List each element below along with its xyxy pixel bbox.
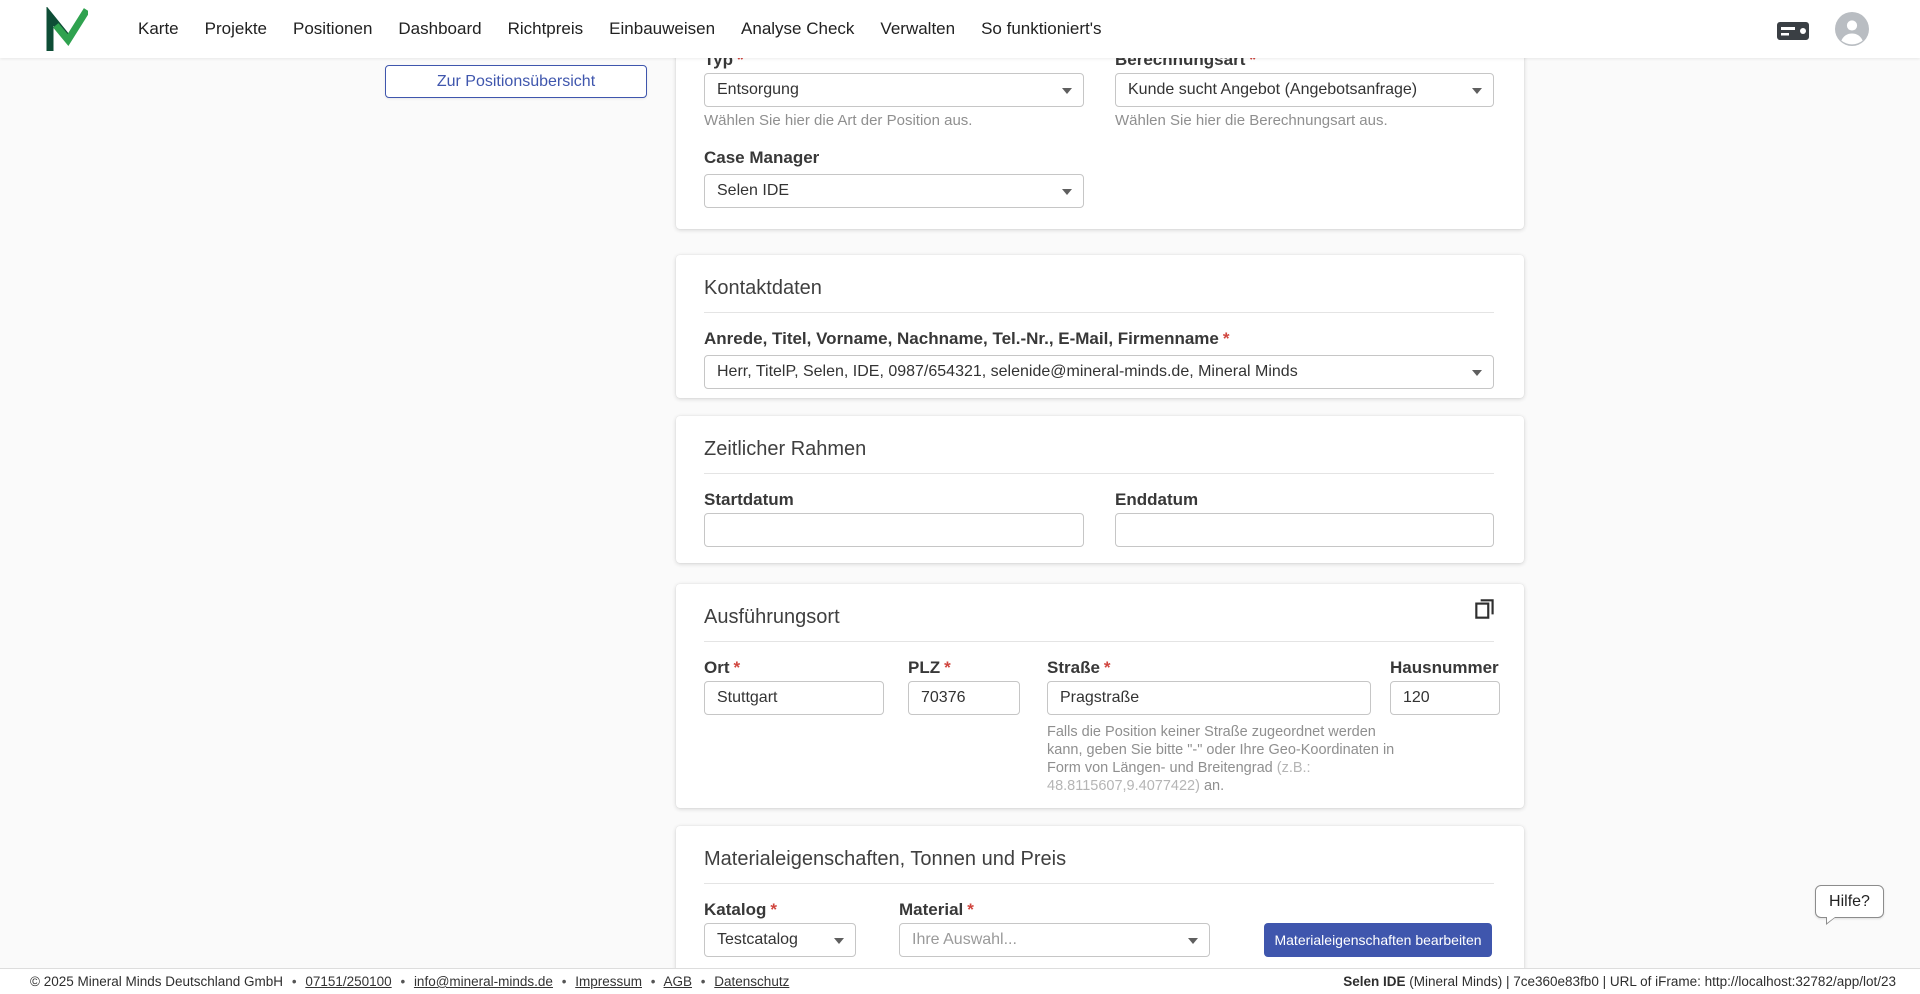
- nav-menu: Karte Projekte Positionen Dashboard Rich…: [138, 0, 1102, 58]
- footer-left: © 2025 Mineral Minds Deutschland GmbH • …: [30, 974, 789, 989]
- case-manager-select[interactable]: Selen IDE: [704, 174, 1084, 208]
- enddatum-label: Enddatum: [1115, 490, 1494, 510]
- startdatum-label: Startdatum: [704, 490, 1084, 510]
- copyright-text: © 2025 Mineral Minds Deutschland GmbH: [30, 974, 283, 989]
- nav-item-positionen[interactable]: Positionen: [293, 19, 372, 39]
- card-kontaktdaten: Kontaktdaten Anrede, Titel, Vorname, Nac…: [676, 255, 1524, 398]
- nav-item-so-funktionierts[interactable]: So funktioniert's: [981, 19, 1101, 39]
- hausnummer-label: Hausnummer: [1390, 658, 1500, 678]
- enddatum-input[interactable]: [1115, 513, 1494, 547]
- footer-link-impressum[interactable]: Impressum: [575, 974, 642, 989]
- footer-link-phone[interactable]: 07151/250100: [305, 974, 391, 989]
- material-label: Material*: [899, 900, 1210, 920]
- copy-icon[interactable]: [1472, 596, 1498, 627]
- chevron-down-icon: [834, 938, 844, 944]
- chevron-down-icon: [1062, 88, 1072, 94]
- kontaktdaten-title: Kontaktdaten: [704, 277, 1494, 313]
- ort-input[interactable]: [704, 681, 884, 715]
- chevron-down-icon: [1188, 938, 1198, 944]
- katalog-select[interactable]: Testcatalog: [704, 923, 856, 957]
- material-title: Materialeigenschaften, Tonnen und Preis: [704, 848, 1494, 884]
- card-ausfuehrungsort: Ausführungsort Ort* PLZ* Straße* Hausnum…: [676, 584, 1524, 808]
- type-select[interactable]: Entsorgung: [704, 73, 1084, 107]
- material-edit-button[interactable]: Materialeigenschaften bearbeiten: [1264, 923, 1492, 957]
- chevron-down-icon: [1062, 189, 1072, 195]
- nav-item-projekte[interactable]: Projekte: [205, 19, 267, 39]
- zeitlicher-rahmen-title: Zeitlicher Rahmen: [704, 438, 1494, 474]
- material-select[interactable]: Ihre Auswahl...: [899, 923, 1210, 957]
- contact-select[interactable]: Herr, TitelP, Selen, IDE, 0987/654321, s…: [704, 355, 1494, 389]
- nav-item-karte[interactable]: Karte: [138, 19, 179, 39]
- ausfuehrungsort-title: Ausführungsort: [704, 606, 1494, 642]
- footer-link-datenschutz[interactable]: Datenschutz: [714, 974, 789, 989]
- strasse-helper-text: Falls die Position keiner Straße zugeord…: [1047, 723, 1395, 795]
- contact-label: Anrede, Titel, Vorname, Nachname, Tel.-N…: [704, 329, 1494, 349]
- nav-item-einbauweisen[interactable]: Einbauweisen: [609, 19, 715, 39]
- nav-item-dashboard[interactable]: Dashboard: [398, 19, 481, 39]
- type-helper-text: Wählen Sie hier die Art der Position aus…: [704, 112, 1084, 129]
- card-zeitlicher-rahmen: Zeitlicher Rahmen Startdatum Enddatum: [676, 416, 1524, 563]
- strasse-input[interactable]: [1047, 681, 1371, 715]
- footer-link-email[interactable]: info@mineral-minds.de: [414, 974, 553, 989]
- case-manager-label: Case Manager: [704, 148, 1494, 168]
- footer: © 2025 Mineral Minds Deutschland GmbH • …: [0, 968, 1920, 994]
- footer-link-agb[interactable]: AGB: [664, 974, 693, 989]
- ort-label: Ort*: [704, 658, 884, 678]
- user-avatar[interactable]: [1835, 12, 1869, 46]
- strasse-label: Straße*: [1047, 658, 1371, 678]
- chevron-down-icon: [1472, 88, 1482, 94]
- berechnungsart-select[interactable]: Kunde sucht Angebot (Angebotsanfrage): [1115, 73, 1494, 107]
- nav-item-richtpreis[interactable]: Richtpreis: [508, 19, 584, 39]
- plz-input[interactable]: [908, 681, 1020, 715]
- startdatum-input[interactable]: [704, 513, 1084, 547]
- chevron-down-icon: [1472, 370, 1482, 376]
- hausnummer-input[interactable]: [1390, 681, 1500, 715]
- card-reader-icon[interactable]: [1776, 20, 1810, 47]
- back-to-positions-button[interactable]: Zur Positionsübersicht: [385, 65, 647, 98]
- nav-item-analyse-check[interactable]: Analyse Check: [741, 19, 854, 39]
- katalog-label: Katalog*: [704, 900, 856, 920]
- top-nav: Karte Projekte Positionen Dashboard Rich…: [0, 0, 1920, 58]
- mineral-minds-logo[interactable]: [44, 7, 88, 51]
- nav-item-verwalten[interactable]: Verwalten: [880, 19, 955, 39]
- footer-session-info: Selen IDE (Mineral Minds) | 7ce360e83fb0…: [1343, 974, 1896, 989]
- plz-label: PLZ*: [908, 658, 1020, 678]
- berechnungsart-helper-text: Wählen Sie hier die Berechnungsart aus.: [1115, 112, 1494, 129]
- help-button[interactable]: Hilfe?: [1815, 885, 1884, 918]
